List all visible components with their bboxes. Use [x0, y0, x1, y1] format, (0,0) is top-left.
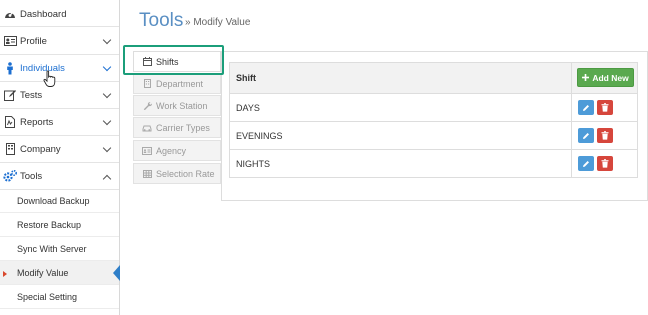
chevron-down-icon — [102, 89, 112, 99]
id-card-icon — [3, 34, 17, 48]
sidebar-item-reports[interactable]: Reports — [0, 109, 119, 136]
sidebar: Dashboard Profile Individuals Tests Repo… — [0, 0, 120, 315]
delete-button[interactable] — [597, 128, 613, 143]
hand-cursor-icon — [43, 70, 56, 87]
sidebar-subitem-restore-backup[interactable]: Restore Backup — [0, 213, 119, 237]
chevron-up-icon — [102, 174, 112, 184]
tab-work-station[interactable]: Work Station — [133, 95, 221, 116]
pencil-icon — [583, 104, 589, 111]
wrench-icon — [142, 101, 152, 111]
cogs-icon — [3, 169, 17, 183]
sidebar-subitem-label: Sync With Server — [17, 243, 87, 254]
sidebar-item-label: Profile — [20, 35, 47, 47]
edit-icon — [3, 88, 17, 102]
active-pointer-icon — [113, 265, 120, 281]
person-icon — [3, 61, 17, 75]
add-new-button[interactable]: Add New — [577, 68, 634, 87]
tab-selection-rate[interactable]: Selection Rate — [133, 163, 221, 184]
edit-button[interactable] — [578, 128, 594, 143]
building-icon — [142, 79, 152, 89]
plus-icon — [582, 74, 590, 81]
edit-button[interactable] — [578, 156, 594, 171]
sidebar-subitem-special-setting[interactable]: Special Setting — [0, 285, 119, 309]
sidebar-subitem-label: Modify Value — [17, 267, 69, 278]
chevron-down-icon — [102, 62, 112, 72]
dashboard-icon — [3, 7, 17, 21]
sidebar-item-label: Tools — [20, 170, 43, 182]
edit-button[interactable] — [578, 100, 594, 115]
highlight-box — [123, 45, 224, 75]
sidebar-item-dashboard[interactable]: Dashboard — [0, 2, 119, 27]
row-actions — [571, 150, 638, 177]
building-icon — [3, 142, 17, 156]
tab-carrier-types[interactable]: Carrier Types — [133, 117, 221, 138]
sidebar-subitem-label: Download Backup — [17, 195, 90, 206]
table-header-row: Shift Add New — [230, 63, 637, 93]
id-card-icon — [142, 146, 152, 156]
sidebar-item-individuals[interactable]: Individuals — [0, 55, 119, 82]
delete-button[interactable] — [597, 156, 613, 171]
sidebar-item-label: Tests — [20, 89, 43, 101]
sidebar-item-label: Dashboard — [20, 8, 67, 20]
car-icon — [142, 123, 152, 133]
active-marker-icon — [3, 271, 7, 277]
tab-label: Work Station — [156, 100, 208, 111]
sidebar-item-label: Company — [20, 143, 61, 155]
sidebar-item-tests[interactable]: Tests — [0, 82, 119, 109]
table-row: EVENINGS — [230, 121, 637, 149]
chevron-down-icon — [102, 143, 112, 153]
pencil-icon — [583, 132, 589, 139]
tab-agency[interactable]: Agency — [133, 140, 221, 161]
sidebar-subitem-label: Special Setting — [17, 291, 78, 302]
sidebar-subitem-label: Restore Backup — [17, 219, 82, 230]
tab-label: Agency — [156, 145, 187, 156]
row-actions — [571, 94, 638, 121]
sidebar-item-tools[interactable]: Tools — [0, 163, 119, 190]
chevron-down-icon — [102, 116, 112, 126]
breadcrumb: » Modify Value — [185, 17, 251, 28]
add-new-label: Add New — [592, 72, 629, 83]
chevron-down-icon — [102, 35, 112, 45]
sidebar-subitem-download-backup[interactable]: Download Backup — [0, 189, 119, 213]
table-row: DAYS — [230, 93, 637, 121]
tab-label: Department — [156, 78, 204, 89]
pencil-icon — [583, 160, 589, 167]
sidebar-subitem-modify-value[interactable]: Modify Value — [0, 261, 120, 285]
shift-table: Shift Add New DAYS EVENINGS NIGHTS — [229, 62, 638, 178]
table-row: NIGHTS — [230, 149, 637, 177]
report-icon — [3, 115, 17, 129]
tab-label: Selection Rate — [156, 168, 215, 179]
sidebar-subitem-sync-with-server[interactable]: Sync With Server — [0, 237, 119, 261]
row-actions — [571, 122, 638, 149]
trash-icon — [601, 131, 609, 140]
sidebar-item-label: Reports — [20, 116, 54, 128]
table-header-actions: Add New — [571, 63, 638, 93]
delete-button[interactable] — [597, 100, 613, 115]
trash-icon — [601, 103, 609, 112]
table-icon — [142, 169, 152, 179]
sidebar-item-profile[interactable]: Profile — [0, 28, 119, 55]
tab-label: Carrier Types — [156, 122, 210, 133]
page-title: Tools — [139, 10, 184, 31]
trash-icon — [601, 159, 609, 168]
tab-department[interactable]: Department — [133, 73, 221, 94]
sidebar-item-company[interactable]: Company — [0, 136, 119, 163]
